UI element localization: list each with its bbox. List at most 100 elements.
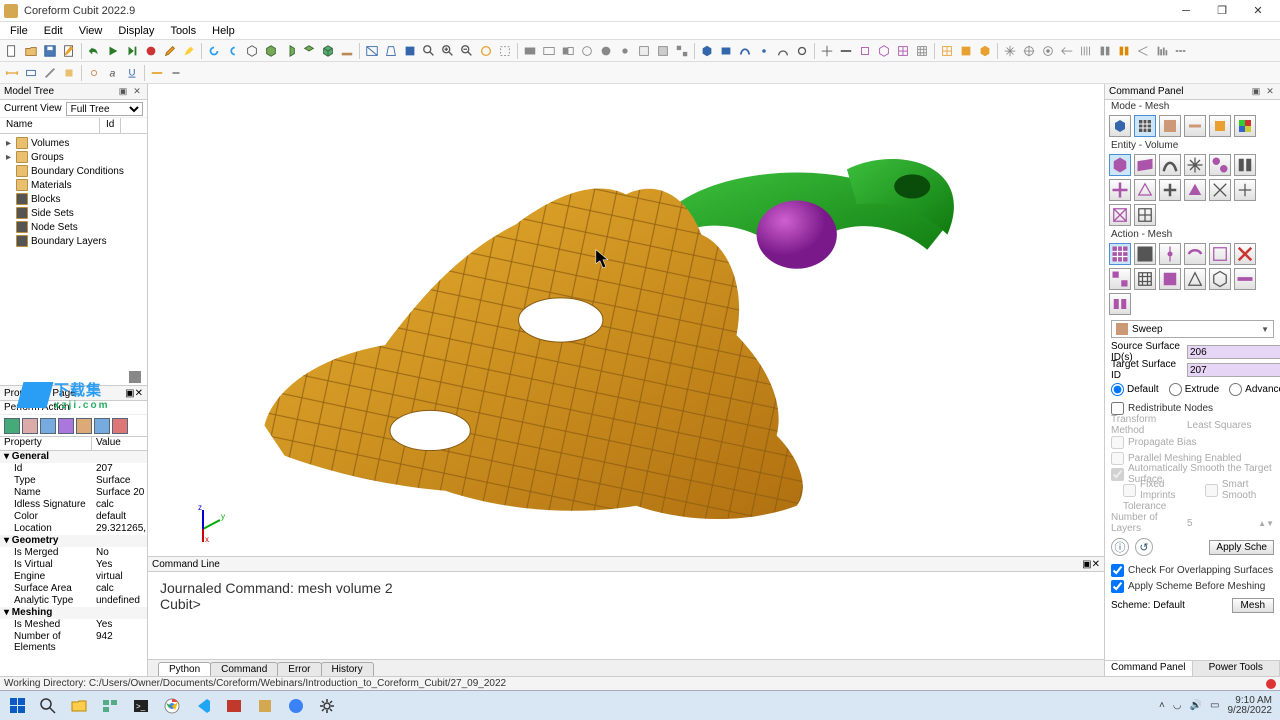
dim2-icon[interactable] xyxy=(22,64,40,82)
cmd-dock-icon[interactable]: ▣ xyxy=(1082,559,1091,570)
tab-python[interactable]: Python xyxy=(158,662,211,676)
highlight-icon[interactable] xyxy=(180,42,198,60)
app-terminal-icon[interactable]: >_ xyxy=(126,692,156,720)
prop-row[interactable]: Id207 xyxy=(0,463,147,475)
under-icon[interactable]: U xyxy=(123,64,141,82)
mode-geometry-icon[interactable] xyxy=(1109,115,1131,137)
current-view-select[interactable]: Full Tree xyxy=(66,102,143,116)
tab-power-tools[interactable]: Power Tools xyxy=(1193,661,1280,676)
ex8-icon[interactable] xyxy=(1134,42,1152,60)
zoom-out-icon[interactable] xyxy=(458,42,476,60)
prop-table-body[interactable]: ▾ GeneralId207TypeSurfaceNameSurface 20I… xyxy=(0,451,147,676)
mode-material-icon[interactable] xyxy=(1209,115,1231,137)
action-a10-icon[interactable] xyxy=(1184,268,1206,290)
radio-advanced[interactable]: Advanced xyxy=(1229,383,1280,396)
ex10-icon[interactable] xyxy=(1172,42,1190,60)
entity-e14-icon[interactable] xyxy=(1134,204,1156,226)
tree-item-groups[interactable]: ▸Groups xyxy=(0,150,147,164)
action-mesh-icon[interactable] xyxy=(1109,243,1131,265)
menu-edit[interactable]: Edit xyxy=(36,24,71,38)
vis5-icon[interactable] xyxy=(597,42,615,60)
ex2-icon[interactable] xyxy=(1020,42,1038,60)
sel-vol-icon[interactable] xyxy=(698,42,716,60)
prop-row[interactable]: Number of Elements942 xyxy=(0,631,147,643)
menu-help[interactable]: Help xyxy=(204,24,243,38)
mode-mesh-icon[interactable] xyxy=(1134,115,1156,137)
action-a13-icon[interactable] xyxy=(1109,293,1131,315)
prop-row[interactable]: Location29.321265, xyxy=(0,523,147,535)
entity-curve-icon[interactable] xyxy=(1159,154,1181,176)
mesh1-icon[interactable] xyxy=(938,42,956,60)
entity-e8-icon[interactable] xyxy=(1134,179,1156,201)
minimize-button[interactable]: ─ xyxy=(1168,0,1204,22)
vis2-icon[interactable] xyxy=(540,42,558,60)
vis6-icon[interactable] xyxy=(616,42,634,60)
cubit-app-icon[interactable] xyxy=(250,692,280,720)
command-line-area[interactable]: Journaled Command: mesh volume 2 Cubit> xyxy=(148,572,1104,660)
cmd-close-icon[interactable]: ✕ xyxy=(1092,559,1100,570)
action-a3-icon[interactable] xyxy=(1159,243,1181,265)
tab-history[interactable]: History xyxy=(321,662,374,676)
tree-item-materials[interactable]: Materials xyxy=(0,178,147,192)
props-close-icon[interactable]: ✕ xyxy=(135,388,143,399)
ex7-icon[interactable] xyxy=(1115,42,1133,60)
cube-side-icon[interactable] xyxy=(281,42,299,60)
prop-row[interactable]: Analytic Typeundefined xyxy=(0,595,147,607)
vis4-icon[interactable] xyxy=(578,42,596,60)
prop-row[interactable]: TypeSurface xyxy=(0,475,147,487)
mesh2-icon[interactable] xyxy=(957,42,975,60)
tray-chevron-icon[interactable]: ˄ xyxy=(1159,700,1165,711)
ex1-icon[interactable] xyxy=(1001,42,1019,60)
box-sel-icon[interactable] xyxy=(496,42,514,60)
tab-error[interactable]: Error xyxy=(277,662,321,676)
action-a4-icon[interactable] xyxy=(1184,243,1206,265)
new-icon[interactable] xyxy=(3,42,21,60)
cube-front-icon[interactable] xyxy=(262,42,280,60)
action-a5-icon[interactable] xyxy=(1209,243,1231,265)
start-button[interactable] xyxy=(2,692,32,720)
zoom-in-icon[interactable] xyxy=(439,42,457,60)
entity-surface-icon[interactable] xyxy=(1134,154,1156,176)
dim4-icon[interactable] xyxy=(60,64,78,82)
ex3-icon[interactable] xyxy=(1039,42,1057,60)
vis7-icon[interactable] xyxy=(635,42,653,60)
cube-icon[interactable] xyxy=(243,42,261,60)
sel-surf-icon[interactable] xyxy=(717,42,735,60)
prop-row[interactable]: Surface Areacalc xyxy=(0,583,147,595)
entity-e13-icon[interactable] xyxy=(1109,204,1131,226)
ground-icon[interactable] xyxy=(338,42,356,60)
radio-extrude[interactable]: Extrude xyxy=(1169,383,1219,396)
tree-item-blocks[interactable]: Blocks xyxy=(0,192,147,206)
vis9-icon[interactable] xyxy=(673,42,691,60)
sel-curve-icon[interactable] xyxy=(736,42,754,60)
panel-dock-icon[interactable]: ▣ xyxy=(117,86,129,98)
undo2-icon[interactable] xyxy=(224,42,242,60)
tray-wifi-icon[interactable]: ◡ xyxy=(1173,700,1182,711)
cp-close-icon[interactable]: ✕ xyxy=(1264,86,1276,98)
tree-item-nodesets[interactable]: Node Sets xyxy=(0,220,147,234)
entity-e10-icon[interactable] xyxy=(1184,179,1206,201)
prop-row[interactable]: Colordefault xyxy=(0,511,147,523)
viewport-3d[interactable]: y z x xyxy=(148,84,1104,556)
menu-view[interactable]: View xyxy=(71,24,111,38)
prop-group[interactable]: ▾ Geometry xyxy=(0,535,147,547)
system-tray[interactable]: ˄ ◡ 🔊 ▭ 9:10 AM9/28/2022 xyxy=(1159,696,1278,716)
action-a2-icon[interactable] xyxy=(1134,243,1156,265)
entity-volume-icon[interactable] xyxy=(1109,154,1131,176)
entity-e9-icon[interactable] xyxy=(1159,179,1181,201)
edit-icon[interactable] xyxy=(161,42,179,60)
tree-item-boundarylayers[interactable]: Boundary Layers xyxy=(0,234,147,248)
action-a8-icon[interactable] xyxy=(1134,268,1156,290)
cube3-icon[interactable] xyxy=(875,42,893,60)
menu-display[interactable]: Display xyxy=(110,24,162,38)
tray-battery-icon[interactable]: ▭ xyxy=(1210,700,1219,711)
tree-item-sidesets[interactable]: Side Sets xyxy=(0,206,147,220)
cp-dock-icon[interactable]: ▣ xyxy=(1250,86,1262,98)
mode-blocks-icon[interactable] xyxy=(1159,115,1181,137)
explorer-icon[interactable] xyxy=(64,692,94,720)
cross-icon[interactable] xyxy=(818,42,836,60)
pa-btn-4[interactable] xyxy=(58,418,74,434)
tab-command-panel[interactable]: Command Panel xyxy=(1105,661,1193,676)
sq-icon[interactable] xyxy=(856,42,874,60)
sel-arc-icon[interactable] xyxy=(774,42,792,60)
